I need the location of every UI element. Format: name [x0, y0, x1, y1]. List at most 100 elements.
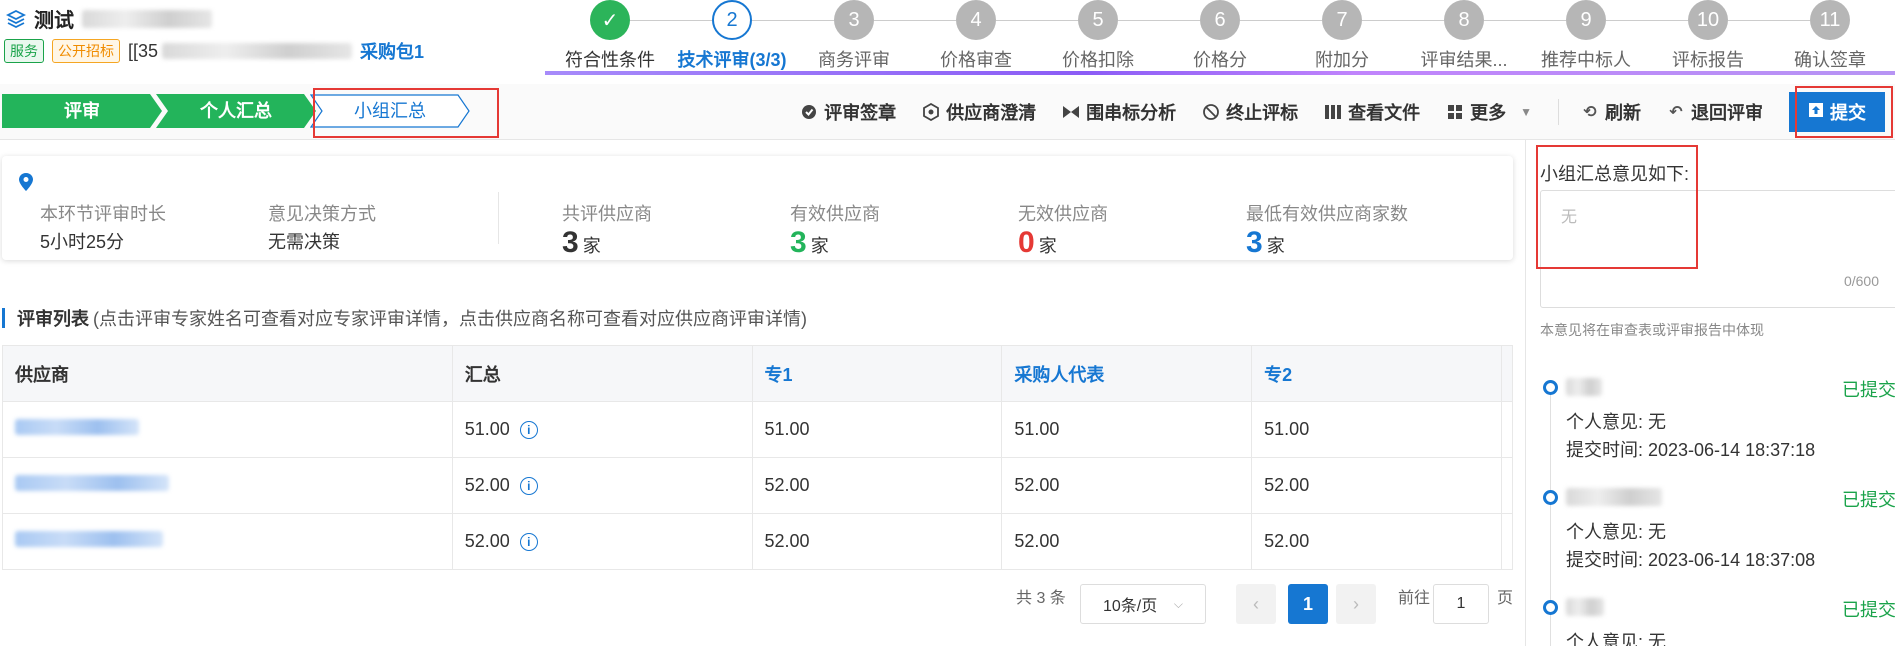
- clarify-button[interactable]: 供应商澄清: [922, 99, 1036, 125]
- step-number: 7: [1322, 0, 1362, 40]
- duration-label: 本环节评审时长: [40, 204, 166, 224]
- page-size-select[interactable]: 10条/页 ⌵: [1080, 584, 1206, 624]
- location-pin-icon: [19, 173, 33, 191]
- step-label: 价格扣除: [1062, 50, 1134, 70]
- supplier-name-redacted[interactable]: [15, 419, 139, 435]
- redacted-title: [82, 9, 212, 28]
- step-label: 价格审查: [940, 50, 1012, 70]
- goto-page-input[interactable]: 1: [1433, 584, 1489, 624]
- submit-status: 已提交: [1842, 380, 1895, 400]
- page-suffix: 页: [1497, 590, 1514, 607]
- step-4[interactable]: 4 价格审查: [911, 0, 1041, 72]
- col-buyer-rep[interactable]: 采购人代表: [1001, 345, 1253, 402]
- return-review-label: 退回评审: [1691, 103, 1763, 123]
- total-label: 共评供应商: [562, 204, 652, 224]
- info-icon[interactable]: i: [519, 477, 538, 496]
- supplier-cell[interactable]: [2, 513, 453, 570]
- prev-page-button[interactable]: ‹: [1236, 584, 1276, 624]
- current-page-button[interactable]: 1: [1288, 584, 1328, 624]
- group-opinion-panel: 小组汇总意见如下: 无 0/600 本意见将在审查表或评审报告中体现 已提交 个人…: [1525, 140, 1895, 646]
- summary-cell: 52.00 i: [451, 457, 753, 514]
- duration-value: 5小时25分: [40, 232, 125, 252]
- scroll-cell: [1500, 401, 1514, 458]
- seal-icon: [800, 103, 818, 121]
- valid-unit: 家: [810, 236, 829, 256]
- collusion-analysis-button[interactable]: 围串标分析: [1062, 99, 1176, 125]
- expert1-cell: 52.00: [751, 513, 1003, 570]
- step-progress: ✓ 符合性条件 2 技术评审(3/3) 3 商务评审 4 价格审查 5 价格扣除 6 价格分 7 附加分 8…: [545, 0, 1895, 75]
- personal-opinion: 个人意见: 无: [1566, 632, 1667, 646]
- title-row: 测试: [6, 4, 212, 33]
- stop-circle-icon: [1202, 103, 1220, 121]
- supplier-cell[interactable]: [2, 457, 453, 514]
- project-code: [[35: [128, 41, 353, 62]
- expert2-cell: 51.00: [1251, 401, 1502, 458]
- invalid-label: 无效供应商: [1018, 204, 1108, 224]
- expert-name-redacted[interactable]: [1566, 488, 1662, 506]
- buyer-rep-cell: 52.00: [1001, 457, 1253, 514]
- refresh-button[interactable]: ⟲ 刷新: [1581, 99, 1641, 125]
- summary-score: 52.00: [464, 475, 510, 495]
- bowtie-icon: [1062, 103, 1080, 121]
- step-10[interactable]: 10 评标报告: [1643, 0, 1773, 72]
- info-icon[interactable]: i: [519, 421, 538, 440]
- col-expert-1[interactable]: 专1: [751, 345, 1003, 402]
- step-label: 技术评审(3/3): [677, 50, 787, 70]
- submit-time: 提交时间: 2023-06-14 18:37:08: [1566, 550, 1816, 570]
- toolbar: 评审 个人汇总 小组汇总 评审签章 供应商澄清 围串标分析 终止评标 查看文件 …: [0, 84, 1895, 140]
- step-7[interactable]: 7 附加分: [1277, 0, 1407, 72]
- expert1-cell: 52.00: [751, 457, 1003, 514]
- step-5[interactable]: 5 价格扣除: [1033, 0, 1163, 72]
- crumb-review[interactable]: 评审: [2, 94, 162, 128]
- table-row: 51.00 i 51.00 51.00 51.00: [2, 401, 1514, 458]
- timeline-dot: [1543, 490, 1558, 505]
- valid-label: 有效供应商: [790, 204, 880, 224]
- next-page-button[interactable]: ›: [1336, 584, 1376, 624]
- step-8[interactable]: 8 评审结果...: [1399, 0, 1529, 72]
- more-menu[interactable]: 更多 ▼: [1446, 99, 1532, 125]
- step-label: 附加分: [1315, 50, 1369, 70]
- terminate-button[interactable]: 终止评标: [1202, 99, 1298, 125]
- view-files-button[interactable]: 查看文件: [1324, 99, 1420, 125]
- step-2[interactable]: 2 技术评审(3/3): [667, 0, 797, 72]
- expert2-cell: 52.00: [1251, 513, 1502, 570]
- step-number: 9: [1566, 0, 1606, 40]
- personal-opinion: 个人意见: 无: [1566, 522, 1667, 542]
- highlight-box-crumb: [313, 88, 499, 138]
- sign-label: 评审签章: [824, 103, 897, 123]
- expert-name-redacted[interactable]: [1566, 378, 1602, 396]
- toolbar-actions: 评审签章 供应商澄清 围串标分析 终止评标 查看文件 更多 ▼ ⟲ 刷新 ↶ 退…: [800, 84, 1895, 140]
- step-number: 8: [1444, 0, 1484, 40]
- refresh-label: 刷新: [1605, 103, 1641, 123]
- expert-name-redacted[interactable]: [1566, 598, 1604, 616]
- page-size-value: 10条/页: [1103, 598, 1158, 615]
- step-11[interactable]: 11 确认签章: [1765, 0, 1895, 72]
- step-9[interactable]: 9 推荐中标人: [1521, 0, 1651, 72]
- scroll-cell: [1500, 457, 1514, 514]
- supplier-name-redacted[interactable]: [15, 531, 163, 547]
- min-label: 最低有效供应商家数: [1246, 204, 1408, 224]
- metric-decision: 意见决策方式 无需决策: [268, 200, 376, 254]
- supplier-cell[interactable]: [2, 401, 453, 458]
- return-review-button[interactable]: ↶ 退回评审: [1667, 99, 1763, 125]
- step-3[interactable]: 3 商务评审: [789, 0, 919, 72]
- invalid-value: 0: [1018, 226, 1035, 259]
- personal-opinion: 个人意见: 无: [1566, 412, 1667, 432]
- opinion-note: 本意见将在审查表或评审报告中体现: [1540, 322, 1764, 338]
- package-link[interactable]: 采购包1: [360, 38, 424, 64]
- info-icon[interactable]: i: [519, 533, 538, 552]
- step-6[interactable]: 6 价格分: [1155, 0, 1285, 72]
- supplier-name-redacted[interactable]: [15, 475, 169, 491]
- clarify-label: 供应商澄清: [946, 103, 1037, 123]
- card-divider: [498, 192, 499, 244]
- crumb-personal-summary[interactable]: 个人汇总: [156, 94, 316, 128]
- summary-score: 52.00: [464, 531, 510, 551]
- step-number: 3: [834, 0, 874, 40]
- col-expert-2[interactable]: 专2: [1251, 345, 1502, 402]
- sign-button[interactable]: 评审签章: [800, 99, 896, 125]
- step-1[interactable]: ✓ 符合性条件: [545, 0, 675, 72]
- step-number: 5: [1078, 0, 1118, 40]
- table-row: 52.00 i 52.00 52.00 52.00: [2, 513, 1514, 570]
- metric-min-suppliers: 最低有效供应商家数 3家: [1246, 200, 1408, 258]
- return-arrow-icon: ↶: [1669, 104, 1683, 121]
